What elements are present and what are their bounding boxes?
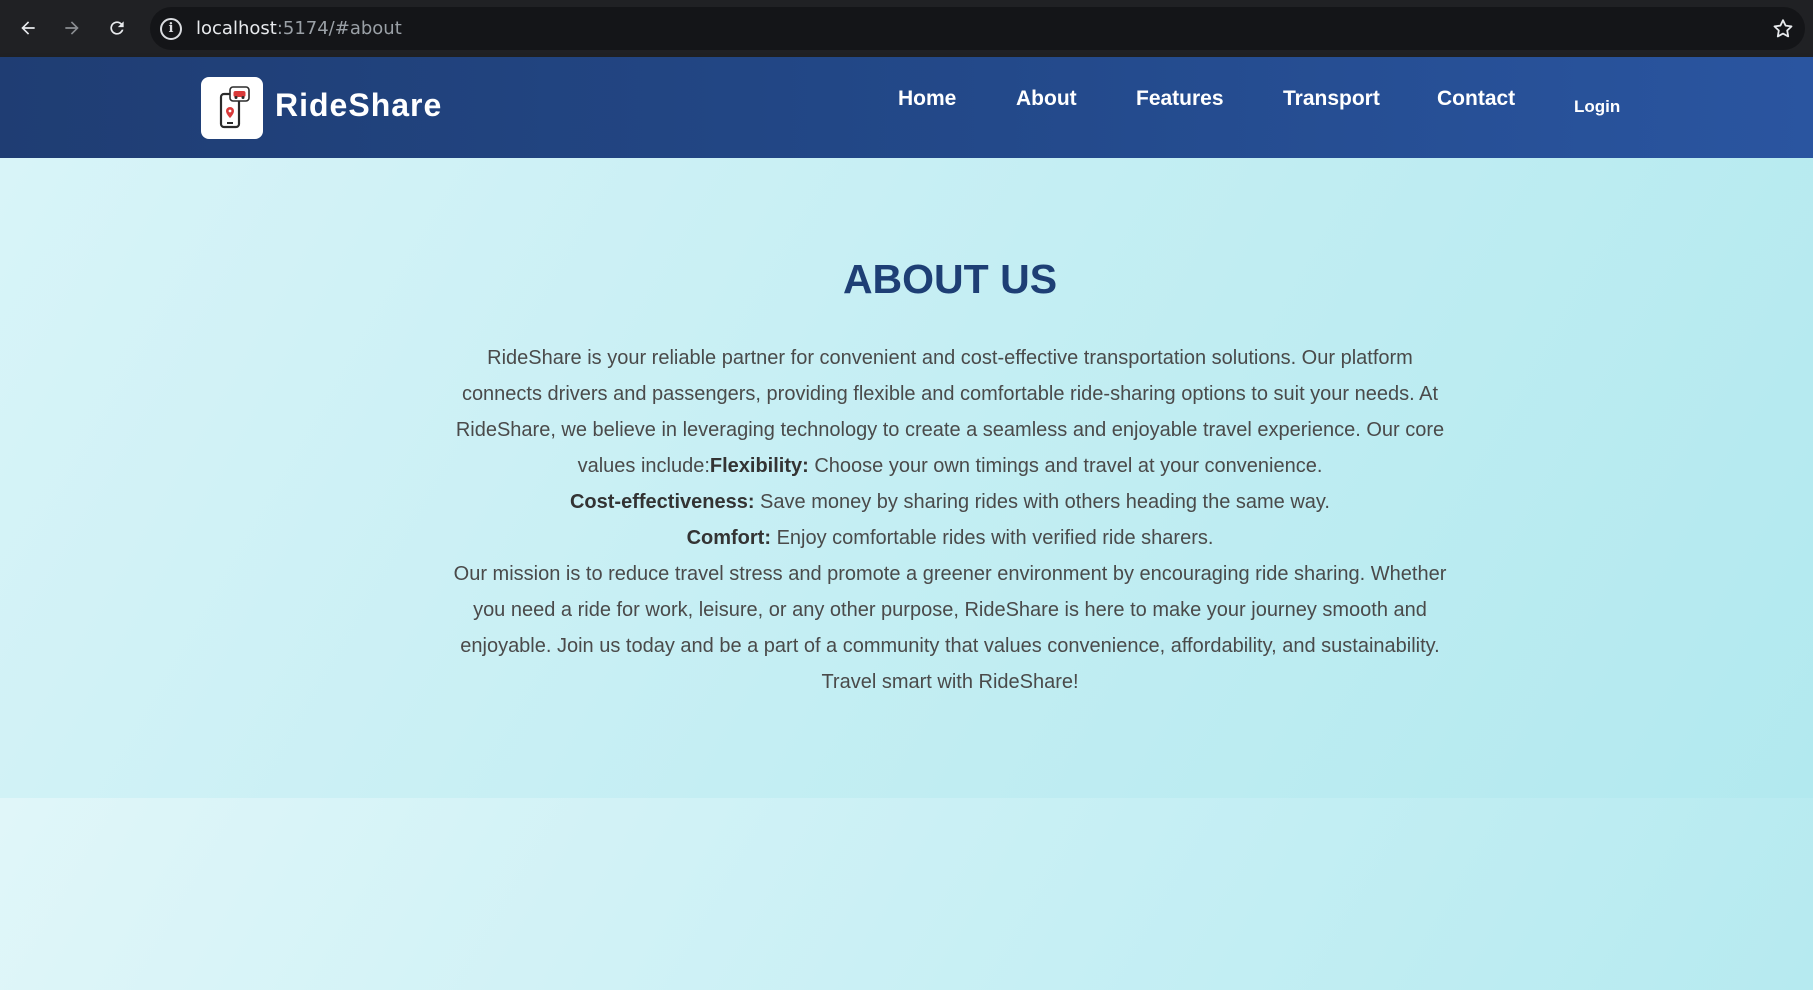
address-bar[interactable]: i localhost:5174/#about [150, 7, 1805, 50]
browser-toolbar: i localhost:5174/#about [0, 0, 1813, 57]
reload-button[interactable] [101, 12, 133, 44]
value-name-flexibility: Flexibility: [709, 455, 809, 477]
arrow-right-icon [65, 21, 79, 35]
value-name-comfort: Comfort: [686, 527, 772, 549]
arrow-left-icon [21, 21, 35, 35]
about-title: ABOUT US [842, 256, 1058, 302]
forward-button[interactable] [56, 12, 88, 44]
login-button[interactable]: Login [1574, 97, 1620, 117]
value-text-cost: Save money by sharing rides with others … [754, 491, 1330, 513]
nav-transport[interactable]: Transport [1283, 87, 1380, 111]
brand-name[interactable]: RideShare [275, 87, 442, 124]
nav-contact[interactable]: Contact [1437, 87, 1515, 111]
star-icon[interactable] [1771, 17, 1795, 41]
value-text-flexibility: Choose your own timings and travel at yo… [808, 455, 1323, 477]
site-header: RideShare Home About Features Transport … [0, 57, 1813, 158]
nav-features[interactable]: Features [1136, 87, 1224, 111]
url-text[interactable]: localhost:5174/#about [196, 18, 402, 39]
about-section: ABOUT US RideShare is your reliable part… [0, 158, 1813, 798]
reload-icon [110, 21, 124, 35]
info-icon[interactable]: i [160, 17, 182, 40]
url-host: localhost [196, 18, 277, 39]
value-name-cost: Cost-effectiveness: [569, 491, 755, 513]
back-button[interactable] [12, 12, 44, 44]
lower-section [0, 798, 1813, 990]
about-mission: Our mission is to reduce travel stress a… [453, 563, 1447, 693]
url-path: :5174/#about [276, 18, 402, 39]
nav-home[interactable]: Home [898, 87, 956, 111]
about-text: RideShare is your reliable partner for c… [450, 340, 1450, 700]
nav-about[interactable]: About [1016, 87, 1077, 111]
phone-car-location-icon [219, 86, 250, 129]
logo[interactable] [201, 77, 263, 139]
value-text-comfort: Enjoy comfortable rides with verified ri… [771, 527, 1214, 549]
